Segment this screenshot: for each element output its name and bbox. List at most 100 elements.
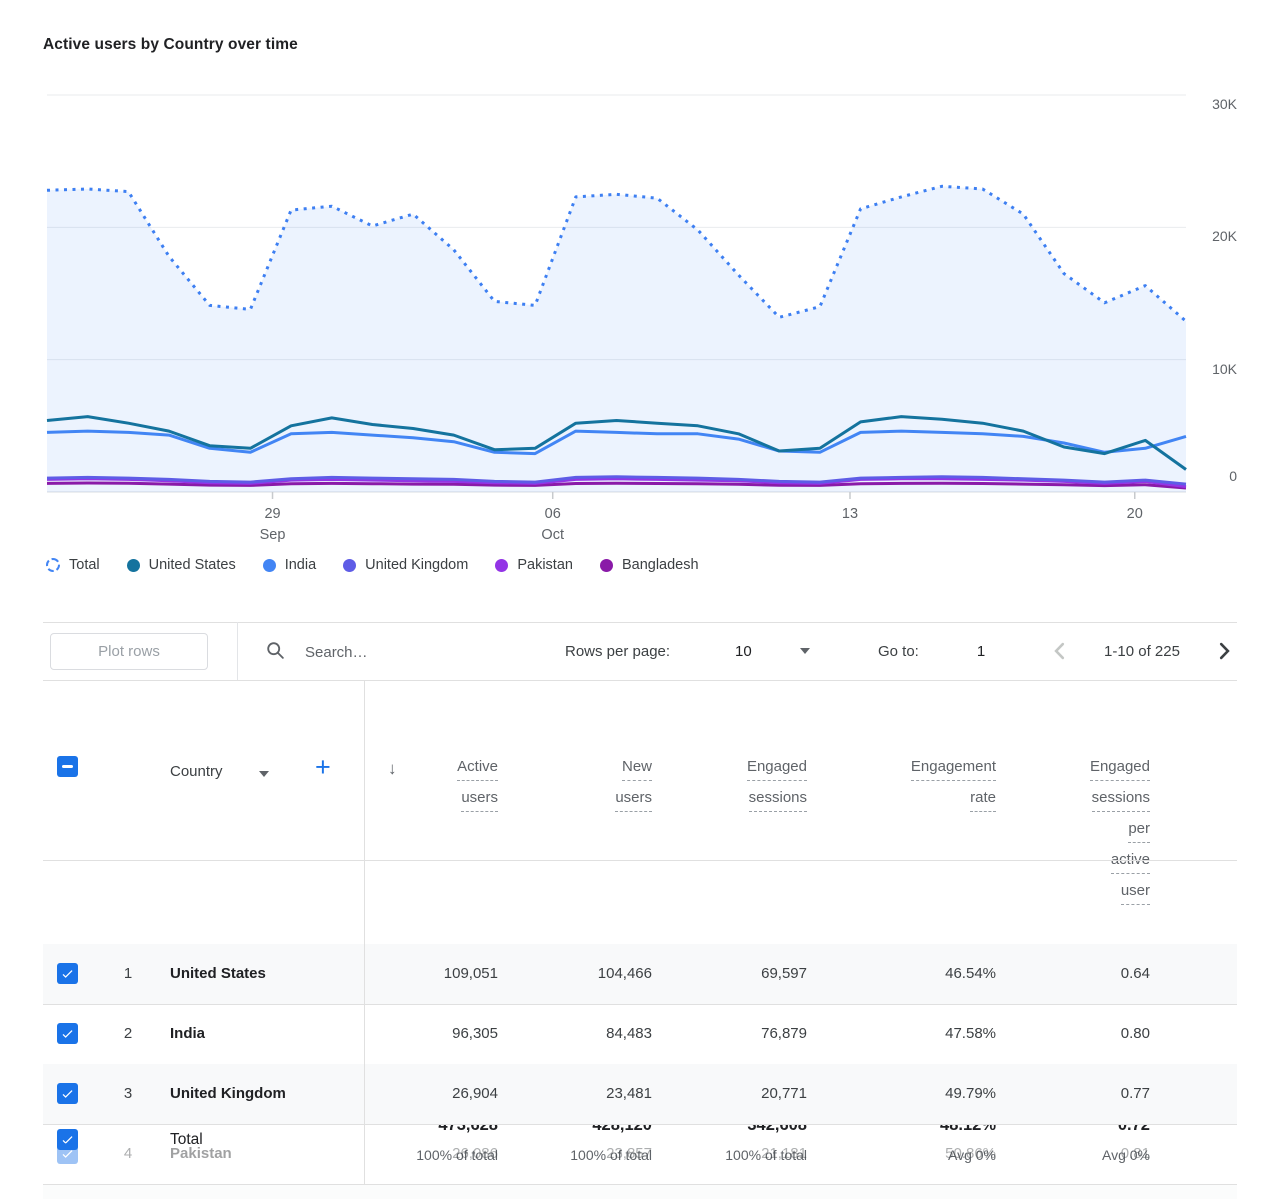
column-header-word: sessions — [980, 789, 1150, 812]
search-icon — [265, 640, 287, 662]
toolbar-top-border — [43, 622, 1237, 623]
table-header-row: Country+↓ActiveusersNewusersEngagedsessi… — [43, 680, 1237, 860]
cell-engagement-rate: 46.54% — [836, 944, 996, 1004]
row-rank: 4 — [113, 1124, 143, 1184]
checkmark-icon — [60, 1086, 75, 1101]
y-axis-label: 30K — [1190, 95, 1237, 113]
pagination-range: 1-10 of 225 — [1085, 643, 1199, 660]
cell-active-users: 26,904 — [338, 1064, 498, 1124]
legend-item-pakistan: Pakistan — [495, 557, 573, 573]
chart-legend: Total United States India United Kingdom Pak… — [46, 557, 699, 573]
x-axis-label: 20 — [1127, 504, 1143, 525]
legend-label: Pakistan — [517, 557, 573, 573]
column-header-word-text: Engaged — [747, 758, 807, 781]
active-users-line-chart — [0, 0, 1280, 620]
legend-item-total: Total — [46, 557, 100, 573]
cell-active-users: 96,305 — [338, 1004, 498, 1064]
column-header-word-text: Engaged — [1090, 758, 1150, 781]
legend-label: United Kingdom — [365, 557, 468, 573]
indeterminate-bar-icon — [62, 765, 73, 768]
column-header-word-text: per — [1128, 820, 1150, 843]
previous-page-chevron-icon[interactable] — [1047, 638, 1073, 664]
column-header-engaged-sessions[interactable]: Engaged sessions — [637, 758, 807, 820]
analytics-report-screen: Active users by Country over time 010K20… — [0, 0, 1280, 1199]
legend-label: India — [285, 557, 316, 573]
column-header-active-users[interactable]: Active users — [328, 758, 498, 820]
cell-new-users: 23,857 — [492, 1124, 652, 1184]
column-header-word: Engaged — [637, 758, 807, 781]
column-header-word-text: sessions — [1092, 789, 1150, 812]
y-axis-label: 10K — [1190, 360, 1237, 378]
cell-engaged-sessions: 20,771 — [647, 1064, 807, 1124]
x-axis-label: 06Oct — [541, 504, 564, 546]
search-input[interactable] — [303, 636, 537, 668]
column-header-word: Active — [328, 758, 498, 781]
row-country-name: United States — [170, 944, 266, 1004]
table-row: 1 United States 109,051104,46669,597 46.54%… — [43, 944, 1237, 1004]
legend-item-united-kingdom: United Kingdom — [343, 557, 468, 573]
plot-rows-button[interactable]: Plot rows — [50, 633, 208, 670]
report-table: Plot rows Rows per page: 10 Go to: 1 1-1… — [43, 622, 1237, 1199]
next-page-chevron-icon[interactable] — [1211, 638, 1237, 664]
cell-engaged-sessions-per-active-user: 0.81 — [990, 1124, 1150, 1184]
column-header-word: sessions — [637, 789, 807, 812]
legend-swatch-icon — [263, 559, 276, 572]
row-rank: 2 — [113, 1004, 143, 1064]
row-checkbox[interactable] — [57, 963, 78, 984]
cell-engaged-sessions: 76,879 — [647, 1004, 807, 1064]
rows-per-page-caret-icon[interactable] — [800, 648, 810, 654]
legend-label: Bangladesh — [622, 557, 699, 573]
cell-engaged-sessions: 69,597 — [647, 944, 807, 1004]
legend-swatch-icon — [600, 559, 613, 572]
cell-engagement-rate: 47.58% — [836, 1004, 996, 1064]
legend-swatch-icon — [343, 559, 356, 572]
cell-new-users: 84,483 — [492, 1004, 652, 1064]
legend-item-india: India — [263, 557, 316, 573]
legend-item-united-states: United States — [127, 557, 236, 573]
checkmark-icon — [60, 1146, 75, 1161]
dimension-caret-icon[interactable] — [259, 771, 269, 777]
x-axis-label: 13 — [842, 504, 858, 525]
row-country-name: United Kingdom — [170, 1064, 286, 1124]
go-to-label: Go to: — [878, 643, 919, 660]
table-row: 2India96,30584,48376,87947.58%0.80 — [43, 1004, 1237, 1064]
column-header-word: New — [482, 758, 652, 781]
row-country-name: Pakistan — [170, 1124, 232, 1184]
totals-row: Total473,628100% of total428,120100% of … — [43, 860, 1237, 944]
select-all-checkbox[interactable] — [57, 756, 78, 777]
column-header-word: rate — [826, 789, 996, 812]
cell-engaged-sessions: 21,181 — [647, 1124, 807, 1184]
y-axis-label: 20K — [1190, 227, 1237, 245]
toolbar-divider — [237, 622, 238, 680]
checkmark-icon — [60, 1026, 75, 1041]
y-axis-label: 0 — [1190, 467, 1237, 485]
dimension-selector[interactable]: Country — [170, 763, 223, 780]
column-header-word: users — [328, 789, 498, 812]
cell-engagement-rate: 50.86% — [836, 1124, 996, 1184]
checkmark-icon — [60, 966, 75, 981]
column-header-word: users — [482, 789, 652, 812]
row-rank: 3 — [113, 1064, 143, 1124]
row-checkbox[interactable] — [57, 1083, 78, 1104]
row-checkbox[interactable] — [57, 1023, 78, 1044]
row-checkbox[interactable] — [57, 1143, 78, 1164]
column-divider — [364, 680, 365, 1184]
column-header-word-text: sessions — [749, 789, 807, 812]
row-country-name: India — [170, 1004, 205, 1064]
cell-engaged-sessions-per-active-user: 0.64 — [990, 944, 1150, 1004]
x-axis-label: 29Sep — [260, 504, 286, 546]
go-to-input[interactable]: 1 — [971, 643, 991, 660]
row-rank: 1 — [113, 944, 143, 1004]
cell-active-users: 26,086 — [338, 1124, 498, 1184]
rows-per-page-value[interactable]: 10 — [735, 643, 752, 660]
cell-new-users: 104,466 — [492, 944, 652, 1004]
cell-new-users: 23,481 — [492, 1064, 652, 1124]
rows-per-page-label: Rows per page: — [565, 643, 670, 660]
cell-engagement-rate: 49.79% — [836, 1064, 996, 1124]
column-header-new-users[interactable]: New users — [482, 758, 652, 820]
column-header-word: Engagement — [826, 758, 996, 781]
column-header-engagement-rate[interactable]: Engagement rate — [826, 758, 996, 820]
legend-swatch-icon — [127, 559, 140, 572]
column-header-word: per — [980, 820, 1150, 843]
cell-active-users: 109,051 — [338, 944, 498, 1004]
